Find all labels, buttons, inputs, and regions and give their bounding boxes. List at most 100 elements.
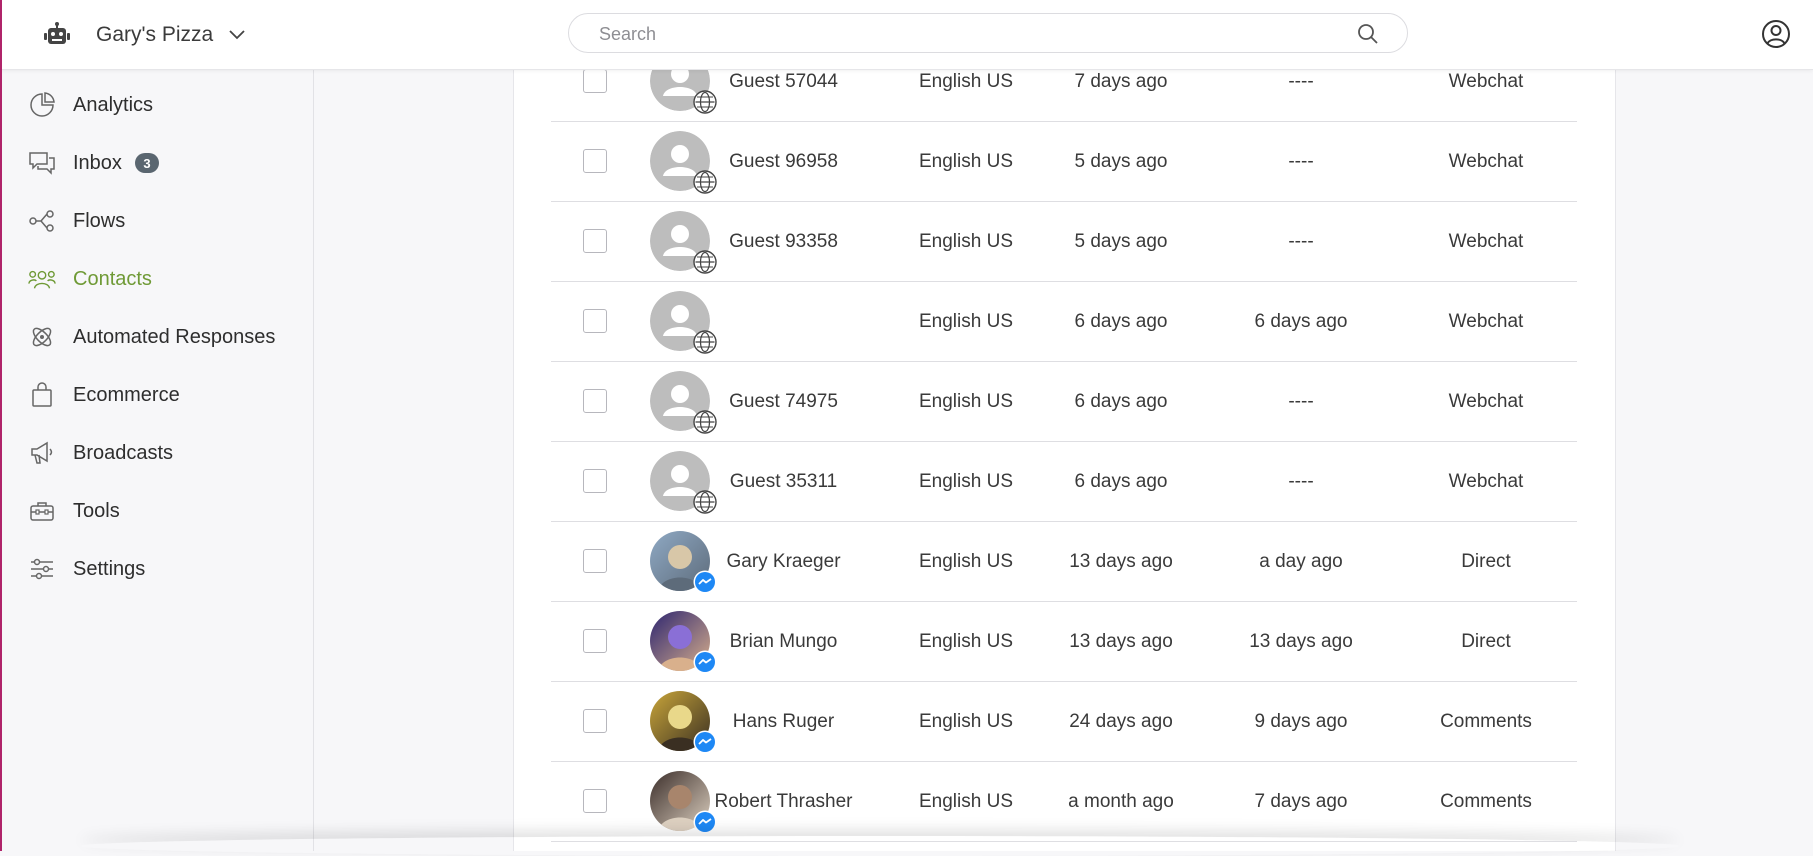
contact-created: 6 days ago — [1074, 470, 1168, 492]
row-checkbox[interactable] — [583, 149, 607, 173]
business-name: Gary's Pizza — [96, 23, 214, 46]
table-row[interactable]: Hans Ruger English US 24 days ago 9 days ag… — [551, 681, 1577, 762]
contact-name[interactable]: Guest 74975 — [711, 361, 856, 441]
bottom-shadow — [80, 836, 1680, 856]
row-checkbox[interactable] — [583, 629, 607, 653]
contact-last-seen: ---- — [1288, 390, 1314, 412]
table-row[interactable]: Guest 35311 English US 6 days ago ---- Webch… — [551, 441, 1577, 522]
contact-name[interactable] — [711, 281, 856, 361]
sidebar-item-tools[interactable]: Tools — [0, 486, 313, 536]
row-checkbox[interactable] — [583, 69, 607, 93]
sidebar-item-settings[interactable]: Settings — [0, 544, 313, 594]
sidebar-item-label: Ecommerce — [73, 383, 180, 406]
table-row[interactable]: Gary Kraeger English US 13 days ago a day a… — [551, 521, 1577, 602]
row-checkbox[interactable] — [583, 309, 607, 333]
contact-last-seen: 9 days ago — [1254, 710, 1348, 732]
sidebar-item-label: Broadcasts — [73, 441, 174, 464]
search-icon[interactable] — [1357, 23, 1379, 45]
contact-name[interactable]: Guest 96958 — [711, 121, 856, 201]
contact-name[interactable]: Brian Mungo — [711, 601, 856, 681]
sidebar-item-label: Tools — [73, 499, 120, 522]
contact-language: English US — [919, 390, 1013, 412]
row-checkbox[interactable] — [583, 389, 607, 413]
sidebar-item-label: Automated Responses — [73, 325, 276, 348]
contact-created: 13 days ago — [1069, 630, 1173, 652]
sidebar-item-label: Settings — [73, 557, 146, 580]
contact-name[interactable]: Robert Thrasher — [711, 761, 856, 841]
sidebar-item-label: Flows — [73, 209, 126, 232]
contact-source: Comments — [1440, 790, 1532, 812]
window-accent-edge — [0, 0, 2, 851]
row-checkbox[interactable] — [583, 469, 607, 493]
contact-last-seen: a day ago — [1259, 550, 1343, 572]
contact-last-seen: ---- — [1288, 150, 1314, 172]
contact-created: 6 days ago — [1074, 390, 1168, 412]
sidebar: Analytics Inbox 3 Flows Contacts Automat… — [0, 69, 314, 851]
table-row[interactable]: Guest 96958 English US 5 days ago ---- Webch… — [551, 121, 1577, 202]
contact-name[interactable]: Hans Ruger — [711, 681, 856, 761]
analytics-icon — [28, 91, 56, 119]
account-icon[interactable] — [1760, 18, 1792, 50]
row-checkbox[interactable] — [583, 789, 607, 813]
table-row[interactable]: Guest 93358 English US 5 days ago ---- Webch… — [551, 201, 1577, 282]
contact-created: 5 days ago — [1074, 230, 1168, 252]
contact-language: English US — [919, 470, 1013, 492]
flows-icon — [28, 207, 56, 235]
contact-created: a month ago — [1068, 790, 1174, 812]
table-row[interactable]: Robert Thrasher English US a month ago 7 da… — [551, 761, 1577, 842]
search-bar — [568, 13, 1408, 54]
contact-language: English US — [919, 150, 1013, 172]
sidebar-item-contacts[interactable]: Contacts — [0, 254, 313, 304]
megaphone-icon — [28, 439, 56, 467]
contact-created: 6 days ago — [1074, 310, 1168, 332]
contact-created: 24 days ago — [1069, 710, 1173, 732]
row-checkbox[interactable] — [583, 549, 607, 573]
contact-language: English US — [919, 630, 1013, 652]
business-switcher[interactable]: Gary's Pizza — [40, 16, 247, 54]
toolbox-icon — [28, 497, 56, 525]
search-input[interactable] — [597, 14, 1341, 54]
sidebar-item-flows[interactable]: Flows — [0, 196, 313, 246]
top-bar: Gary's Pizza — [0, 0, 1813, 70]
contact-name[interactable]: Gary Kraeger — [711, 521, 856, 601]
contact-last-seen: ---- — [1288, 230, 1314, 252]
contact-source: Webchat — [1448, 390, 1524, 412]
table-row[interactable]: English US 6 days ago 6 days ago Webchat — [551, 281, 1577, 362]
sidebar-item-label: Inbox — [73, 151, 122, 174]
inbox-icon — [28, 149, 56, 177]
automated-responses-icon — [28, 323, 56, 351]
sidebar-item-label: Contacts — [73, 267, 152, 290]
inbox-count-badge: 3 — [135, 153, 159, 173]
contact-language: English US — [919, 710, 1013, 732]
contact-created: 13 days ago — [1069, 550, 1173, 572]
sidebar-item-broadcasts[interactable]: Broadcasts — [0, 428, 313, 478]
sidebar-item-analytics[interactable]: Analytics — [0, 80, 313, 130]
row-checkbox[interactable] — [583, 709, 607, 733]
table-row[interactable]: Brian Mungo English US 13 days ago 13 days … — [551, 601, 1577, 682]
chevron-down-icon — [227, 25, 247, 45]
contact-source: Webchat — [1448, 470, 1524, 492]
contact-name[interactable]: Guest 93358 — [711, 201, 856, 281]
contact-language: English US — [919, 550, 1013, 572]
contact-last-seen: 13 days ago — [1249, 630, 1353, 652]
contact-source: Webchat — [1448, 150, 1524, 172]
contact-last-seen: ---- — [1288, 470, 1314, 492]
sidebar-item-automated-responses[interactable]: Automated Responses — [0, 312, 313, 362]
contact-created: 5 days ago — [1074, 150, 1168, 172]
contact-language: English US — [919, 230, 1013, 252]
contact-source: Comments — [1440, 710, 1532, 732]
sidebar-item-ecommerce[interactable]: Ecommerce — [0, 370, 313, 420]
contact-source: Webchat — [1448, 230, 1524, 252]
contact-source: Direct — [1461, 630, 1511, 652]
contact-source: Direct — [1461, 550, 1511, 572]
table-row[interactable]: Guest 74975 English US 6 days ago ---- Webch… — [551, 361, 1577, 442]
row-checkbox[interactable] — [583, 229, 607, 253]
contacts-icon — [28, 265, 56, 293]
shopping-bag-icon — [28, 381, 56, 409]
sidebar-item-inbox[interactable]: Inbox 3 — [0, 138, 313, 188]
contact-language: English US — [919, 310, 1013, 332]
bot-icon — [40, 18, 74, 52]
contact-last-seen: 7 days ago — [1254, 790, 1348, 812]
sidebar-item-label: Analytics — [73, 93, 154, 116]
contact-name[interactable]: Guest 35311 — [711, 441, 856, 521]
